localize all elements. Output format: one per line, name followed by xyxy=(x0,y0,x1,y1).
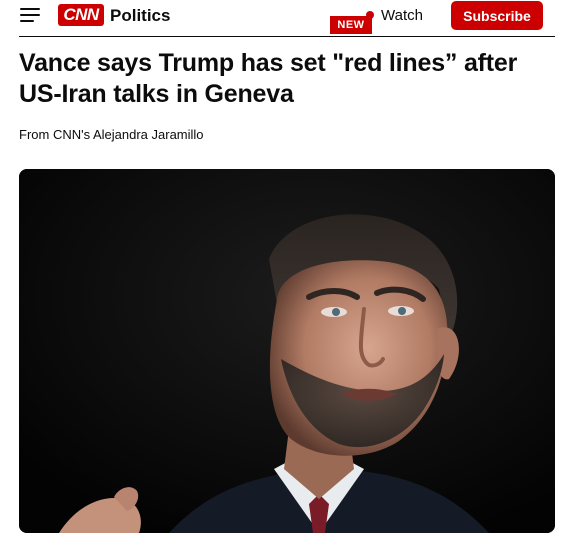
new-badge: NEW xyxy=(330,16,372,34)
header-divider xyxy=(19,36,555,37)
live-dot-icon xyxy=(366,11,374,19)
section-title[interactable]: Politics xyxy=(110,6,170,26)
hero-image[interactable] xyxy=(19,169,555,533)
article-headline: Vance says Trump has set "red lines” aft… xyxy=(19,49,518,108)
watch-link[interactable]: Watch xyxy=(381,7,423,24)
article-byline: From CNN's Alejandra Jaramillo xyxy=(19,127,204,142)
site-header: CNN Politics NEW Watch Subscribe xyxy=(0,0,574,38)
hero-photo-illustration xyxy=(19,169,555,533)
subscribe-button[interactable]: Subscribe xyxy=(451,1,543,30)
hamburger-menu-icon[interactable] xyxy=(20,8,40,22)
cnn-logo[interactable]: CNN xyxy=(58,4,104,26)
page: CNN Politics NEW Watch Subscribe Vance s… xyxy=(0,0,574,541)
